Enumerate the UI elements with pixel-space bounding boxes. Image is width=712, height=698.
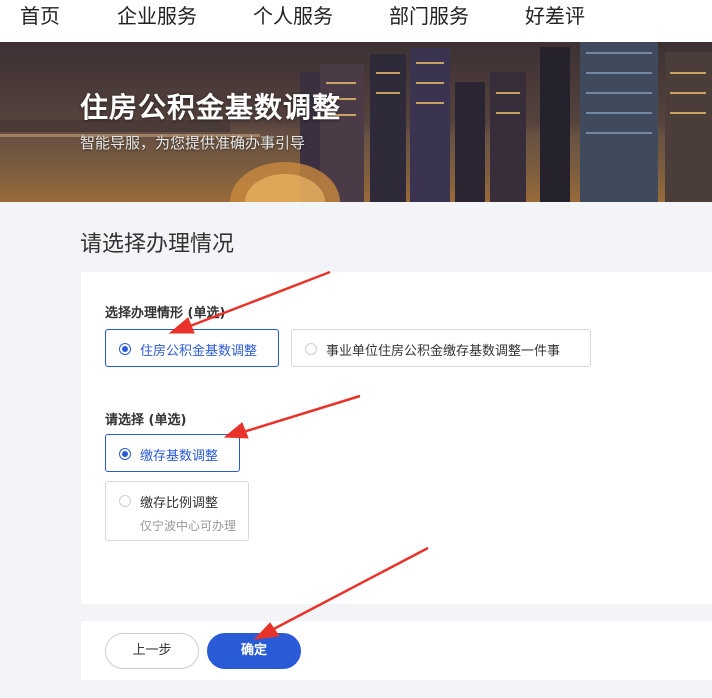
option-public-institution-base-adjust[interactable]: 事业单位住房公积金缴存基数调整一件事 <box>291 329 591 367</box>
nav-item-personal-services[interactable]: 个人服务 <box>253 4 333 28</box>
group2-label: 请选择 (单选) <box>105 413 187 428</box>
option-label: 缴存基数调整 <box>140 449 219 464</box>
page-title: 请选择办理情况 <box>80 232 235 257</box>
nav-item-enterprise-services[interactable]: 企业服务 <box>117 4 197 28</box>
radio-unchecked-icon[interactable] <box>305 343 317 355</box>
option-label: 住房公积金基数调整 <box>140 344 258 359</box>
option-housing-fund-base-adjust[interactable]: 住房公积金基数调整 <box>105 329 279 367</box>
group1-label: 选择办理情形 (单选) <box>105 306 226 321</box>
top-nav: 首页 企业服务 个人服务 部门服务 好差评 <box>0 0 712 42</box>
hero-banner: 住房公积金基数调整 智能导服，为您提供准确办事引导 <box>0 42 712 202</box>
confirm-button[interactable]: 确定 <box>207 633 301 669</box>
option-contribution-ratio-adjust[interactable]: 缴存比例调整 仅宁波中心可办理 <box>105 481 249 541</box>
radio-checked-icon[interactable] <box>119 343 131 355</box>
option-contribution-base-adjust[interactable]: 缴存基数调整 <box>105 434 240 472</box>
selection-card: 选择办理情形 (单选) 住房公积金基数调整 事业单位住房公积金缴存基数调整一件事… <box>81 272 712 604</box>
nav-item-department-services[interactable]: 部门服务 <box>389 4 469 28</box>
footer-actions: 上一步 确定 <box>81 621 712 680</box>
option-label: 事业单位住房公积金缴存基数调整一件事 <box>326 344 561 359</box>
radio-checked-icon[interactable] <box>119 448 131 460</box>
radio-unchecked-icon[interactable] <box>119 495 131 507</box>
option-note: 仅宁波中心可办理 <box>140 519 237 533</box>
hero-title: 住房公积金基数调整 <box>80 91 342 124</box>
option-label: 缴存比例调整 <box>140 496 219 511</box>
hero-subtitle: 智能导服，为您提供准确办事引导 <box>80 134 306 152</box>
prev-step-button[interactable]: 上一步 <box>105 633 199 669</box>
nav-item-feedback[interactable]: 好差评 <box>525 4 585 28</box>
nav-item-home[interactable]: 首页 <box>20 4 60 28</box>
